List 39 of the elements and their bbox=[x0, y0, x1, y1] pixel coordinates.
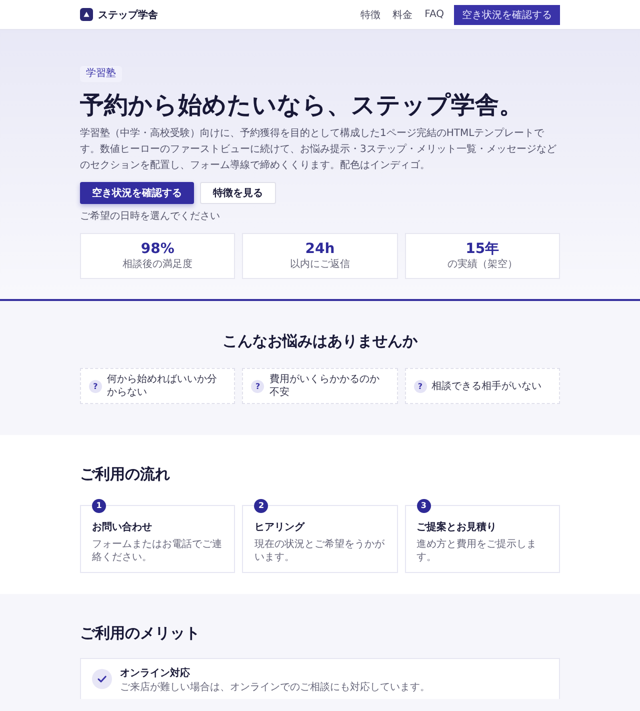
nav-link[interactable]: 特徴 bbox=[360, 8, 381, 22]
availability-button[interactable]: 空き状況を確認する bbox=[80, 182, 194, 204]
category-badge: 学習塾 bbox=[80, 66, 122, 82]
stat-value: 15年 bbox=[466, 240, 500, 258]
features-button[interactable]: 特徴を見る bbox=[200, 182, 276, 204]
step-title: ヒアリング bbox=[254, 521, 306, 535]
brand-name: ステップ学舎 bbox=[98, 8, 158, 22]
merit-description: ご来店が難しい場合は、オンラインでのご相談にも対応しています。 bbox=[120, 681, 430, 695]
check-icon bbox=[92, 669, 112, 689]
step-description: 現在の状況とご希望をうかがいます。 bbox=[254, 538, 386, 564]
question-mark-icon: ? bbox=[251, 380, 264, 392]
problem-text: 何から始めればいいか分からない bbox=[107, 373, 218, 399]
hero-headline: 予約から始めたいなら、ステップ学舎。 bbox=[80, 90, 524, 121]
step-description: 進め方と費用をご提示します。 bbox=[416, 538, 538, 564]
problem-text: 相談できる相手がいない bbox=[432, 380, 542, 392]
hero-note: ご希望の日時を選んでください bbox=[80, 210, 221, 224]
step-title: お問い合わせ bbox=[92, 521, 153, 535]
hero-description: 学習塾（中学・高校受験）向けに、予約獲得を目的として構成した1ページ完結のHTMLテンプレートです。数値ヒーローのファーストビューに続けて、お悩み提示・3ステップ・メリット一覧・メッセージなどのセクションを配置し、フォーム導線で締めくくります。配色はインディゴ。 bbox=[80, 126, 558, 173]
nav-link[interactable]: FAQ bbox=[424, 9, 444, 20]
merit-title: オンライン対応 bbox=[120, 667, 191, 681]
triangle-logo-icon bbox=[80, 8, 93, 21]
step-title: ご提案とお見積り bbox=[416, 521, 498, 535]
question-mark-icon: ? bbox=[414, 380, 427, 392]
section-title: ご利用の流れ bbox=[80, 464, 171, 485]
step-description: フォームまたはお電話でご連絡ください。 bbox=[92, 538, 223, 564]
step-number-badge: 3 bbox=[416, 499, 431, 513]
section-title: ご利用のメリット bbox=[80, 623, 201, 644]
section-title: こんなお悩みはありませんか bbox=[222, 331, 418, 352]
stat-value: 24h bbox=[305, 240, 335, 258]
problem-text: 費用がいくらかかるのか不安 bbox=[269, 373, 380, 399]
nav-link[interactable]: 料金 bbox=[392, 8, 413, 22]
stat-label: 以内にご返信 bbox=[290, 258, 350, 272]
stat-label: 相談後の満足度 bbox=[122, 258, 193, 272]
question-mark-icon: ? bbox=[89, 380, 102, 392]
stat-label: の実績（架空） bbox=[447, 258, 518, 272]
stat-value: 98% bbox=[140, 240, 174, 258]
header-cta-button[interactable]: 空き状況を確認する bbox=[454, 4, 560, 24]
step-number-badge: 2 bbox=[254, 499, 268, 513]
step-number-badge: 1 bbox=[92, 499, 106, 513]
